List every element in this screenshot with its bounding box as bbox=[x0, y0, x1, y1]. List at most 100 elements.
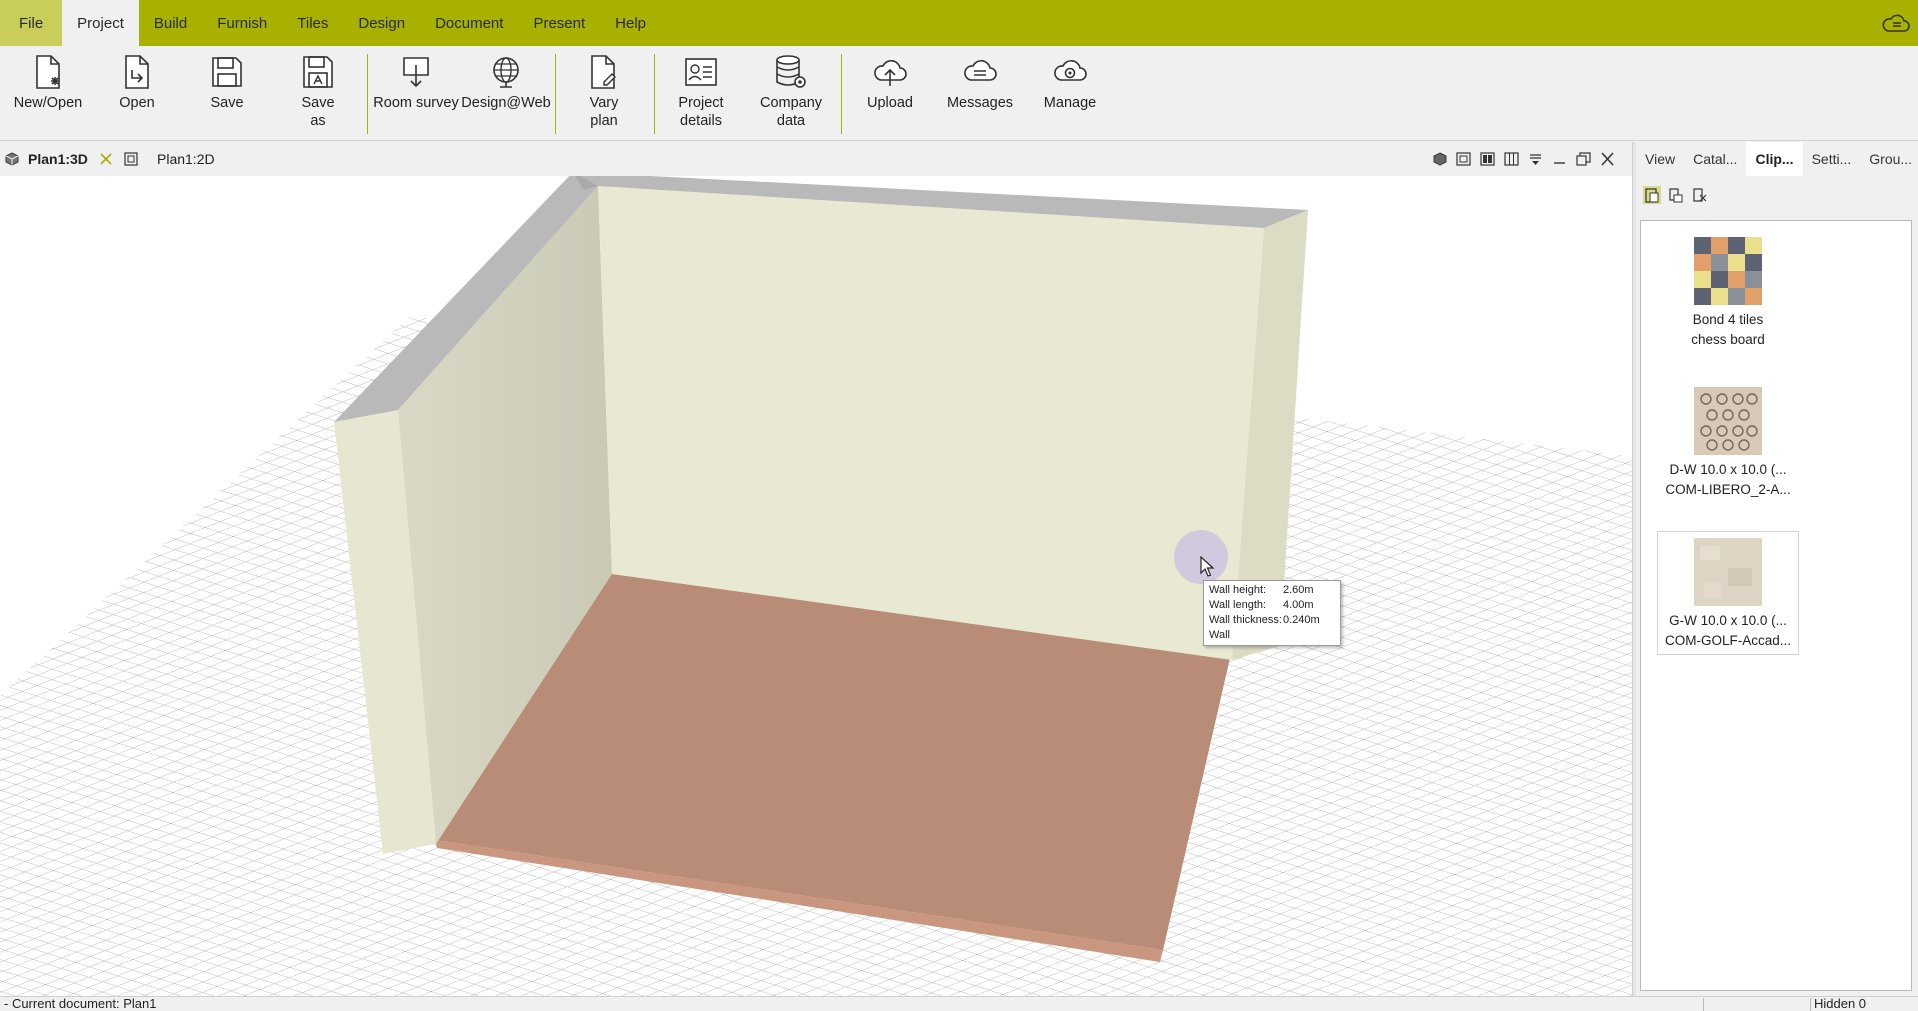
golf-tile-thumbnail bbox=[1694, 538, 1762, 606]
menu-present[interactable]: Present bbox=[518, 0, 600, 46]
menu-help[interactable]: Help bbox=[600, 0, 661, 46]
messages-label: Messages bbox=[946, 95, 1014, 111]
clip-label-line1: D-W 10.0 x 10.0 (... bbox=[1669, 462, 1787, 477]
clip-item-libero[interactable]: D-W 10.0 x 10.0 (... COM-LIBERO_2-A... bbox=[1657, 381, 1799, 505]
right-panel-tabs: View Catal... Clip... Setti... Grou... bbox=[1636, 142, 1918, 176]
wall-length-value: 4.00m bbox=[1283, 599, 1314, 611]
tab-clipboard[interactable]: Clip... bbox=[1746, 142, 1803, 176]
3d-view-icon[interactable] bbox=[1431, 151, 1448, 167]
tab-groups[interactable]: Grou... bbox=[1860, 142, 1918, 176]
upload-button[interactable]: Upload bbox=[850, 46, 930, 140]
close-tab-icon[interactable] bbox=[100, 153, 112, 165]
vary-plan-button[interactable]: Vary plan bbox=[564, 46, 644, 140]
3d-scene[interactable] bbox=[0, 176, 1632, 996]
design-web-button[interactable]: Design@Web bbox=[461, 46, 551, 140]
save-as-button[interactable]: Save as bbox=[283, 46, 353, 140]
clip-item-bond-chess[interactable]: Bond 4 tiles chess board bbox=[1657, 231, 1799, 355]
tab-catalog[interactable]: Catal... bbox=[1684, 142, 1746, 176]
close-view-icon[interactable] bbox=[1599, 151, 1616, 167]
room-survey-icon bbox=[396, 52, 436, 92]
clip-label-line2: COM-GOLF-Accad... bbox=[1664, 633, 1791, 648]
clear-clipboard-icon[interactable] bbox=[1691, 186, 1709, 204]
ribbon-separator bbox=[841, 54, 842, 134]
manage-button[interactable]: Manage bbox=[1030, 46, 1110, 140]
company-data-label: Company data bbox=[759, 95, 823, 129]
company-data-button[interactable]: Company data bbox=[751, 46, 831, 140]
cube-icon bbox=[5, 152, 19, 166]
new-open-button[interactable]: New/Open bbox=[8, 46, 88, 140]
ribbon-separator bbox=[654, 54, 655, 134]
paste-icon[interactable] bbox=[1643, 186, 1661, 204]
mouse-cursor-icon bbox=[1200, 556, 1215, 577]
clip-label-line1: Bond 4 tiles bbox=[1692, 312, 1764, 327]
id-card-icon bbox=[681, 52, 721, 92]
libero-tile-thumbnail bbox=[1694, 387, 1762, 455]
clipboard-toolbar bbox=[1643, 186, 1709, 204]
clip-item-golf[interactable]: G-W 10.0 x 10.0 (... COM-GOLF-Accad... bbox=[1657, 531, 1799, 655]
status-separator bbox=[1703, 998, 1704, 1011]
document-tab-strip: Plan1:3D Plan1:2D bbox=[0, 142, 1632, 176]
new-document-icon bbox=[28, 52, 68, 92]
menu-bar: File Project Build Furnish Tiles Design … bbox=[0, 0, 1918, 46]
single-view-icon[interactable] bbox=[1455, 151, 1472, 167]
save-button[interactable]: Save bbox=[192, 46, 262, 140]
status-separator bbox=[1810, 998, 1811, 1011]
clip-label-line1: G-W 10.0 x 10.0 (... bbox=[1669, 613, 1787, 628]
3d-viewport[interactable] bbox=[0, 176, 1632, 996]
copy-to-clipboard-icon[interactable] bbox=[1667, 186, 1685, 204]
menu-design[interactable]: Design bbox=[343, 0, 420, 46]
upload-label: Upload bbox=[867, 95, 913, 111]
dropdown-menu-icon[interactable] bbox=[1527, 151, 1544, 167]
split-horizontal-icon[interactable] bbox=[1479, 151, 1496, 167]
clip-label-line2: chess board bbox=[1691, 332, 1765, 347]
status-bar: - Current document: Plan1 Hidden 0 bbox=[0, 996, 1918, 1011]
status-current-document: - Current document: Plan1 bbox=[4, 996, 157, 1011]
status-hidden-count: Hidden 0 bbox=[1814, 996, 1867, 1011]
floppy-disk-icon bbox=[207, 52, 247, 92]
tab-view[interactable]: View bbox=[1636, 142, 1684, 176]
wall-height-label: Wall height: bbox=[1209, 584, 1267, 596]
ribbon-toolbar: New/Open Open Save Save as Room survey D… bbox=[0, 46, 1918, 141]
project-details-label: Project details bbox=[678, 95, 724, 129]
cloud-upload-icon bbox=[870, 52, 910, 92]
save-as-icon bbox=[298, 52, 338, 92]
open-label: Open bbox=[119, 95, 155, 111]
design-web-label: Design@Web bbox=[461, 95, 551, 111]
open-document-icon bbox=[117, 52, 157, 92]
minimize-icon[interactable] bbox=[1551, 151, 1568, 167]
menu-file[interactable]: File bbox=[0, 0, 63, 46]
cloud-icon[interactable] bbox=[1880, 11, 1910, 35]
chess-tile-thumbnail bbox=[1694, 237, 1762, 305]
tab-plan1-2d[interactable]: Plan1:2D bbox=[157, 142, 215, 176]
restore-icon[interactable] bbox=[1575, 151, 1592, 167]
messages-button[interactable]: Messages bbox=[940, 46, 1020, 140]
menu-document[interactable]: Document bbox=[420, 0, 518, 46]
room-survey-label: Room survey bbox=[373, 95, 459, 111]
clipboard-list: Bond 4 tiles chess board D-W 10.0 x 10.0… bbox=[1640, 220, 1912, 991]
tab-settings[interactable]: Setti... bbox=[1803, 142, 1861, 176]
menu-furnish[interactable]: Furnish bbox=[202, 0, 282, 46]
save-label: Save bbox=[210, 95, 244, 111]
ribbon-separator bbox=[555, 54, 556, 134]
wall-length-label: Wall length: bbox=[1209, 599, 1267, 611]
menu-tiles[interactable]: Tiles bbox=[282, 0, 343, 46]
ribbon-separator bbox=[367, 54, 368, 134]
project-details-button[interactable]: Project details bbox=[661, 46, 741, 140]
menu-project[interactable]: Project bbox=[62, 0, 139, 46]
room-survey-button[interactable]: Room survey bbox=[372, 46, 460, 140]
tooltip-type: Wall bbox=[1209, 629, 1230, 641]
wall-height-value: 2.60m bbox=[1283, 584, 1314, 596]
cloud-gear-icon bbox=[1050, 52, 1090, 92]
wall-thickness-value: 0.240m bbox=[1283, 614, 1320, 626]
wall-thickness-label: Wall thickness: bbox=[1209, 614, 1282, 626]
open-button[interactable]: Open bbox=[102, 46, 172, 140]
menu-build[interactable]: Build bbox=[139, 0, 202, 46]
new-open-label: New/Open bbox=[13, 95, 83, 111]
wall-info-tooltip: Wall height: 2.60m Wall length: 4.00m Wall… bbox=[1203, 580, 1341, 646]
split-vertical-icon[interactable] bbox=[1503, 151, 1520, 167]
tab-plan1-3d[interactable]: Plan1:3D bbox=[28, 142, 88, 176]
vary-plan-icon bbox=[584, 52, 624, 92]
plan-2d-icon bbox=[124, 152, 138, 166]
database-gear-icon bbox=[771, 52, 811, 92]
right-panel: View Catal... Clip... Setti... Grou... B… bbox=[1636, 142, 1918, 996]
